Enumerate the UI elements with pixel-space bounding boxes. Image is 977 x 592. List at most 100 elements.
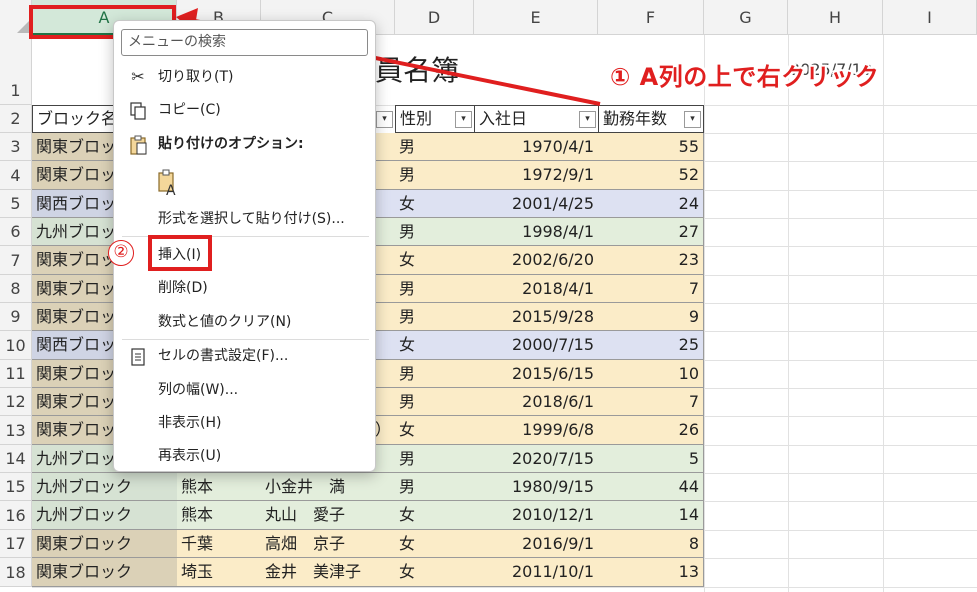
menu-item-hide[interactable]: 非表示(H)	[114, 407, 377, 439]
cell-block[interactable]: 関東ブロック	[32, 558, 178, 587]
cell-gender[interactable]: 男	[395, 303, 475, 331]
cell-hire-date[interactable]: 2001/4/25	[474, 190, 599, 218]
cell-years[interactable]: 8	[598, 530, 704, 558]
filter-button-f[interactable]: ▾	[684, 111, 701, 128]
row-header-15[interactable]: 15	[0, 473, 32, 501]
menu-item-delete[interactable]: 削除(D)	[114, 272, 377, 304]
cell-hire-date[interactable]: 2000/7/15	[474, 331, 599, 360]
cell-gender[interactable]: 男	[395, 360, 475, 388]
row-header-13[interactable]: 13	[0, 416, 32, 445]
row-header-3[interactable]: 3	[0, 133, 32, 161]
cell-gender[interactable]: 男	[395, 133, 475, 161]
menu-item-format-cells[interactable]: セルの書式設定(F)...	[114, 340, 377, 372]
cell-hire-date[interactable]: 2002/6/20	[474, 246, 599, 275]
cell-years[interactable]: 52	[598, 161, 704, 190]
cell-hire-date[interactable]: 2020/7/15	[474, 445, 599, 473]
column-header-h[interactable]: H	[788, 0, 883, 35]
menu-item-copy[interactable]: コピー(C)	[114, 94, 377, 126]
cell-gender[interactable]: 女	[395, 558, 475, 587]
cell-gender[interactable]: 男	[395, 473, 475, 501]
cell-years[interactable]: 14	[598, 501, 704, 530]
cell-years[interactable]: 13	[598, 558, 704, 587]
cell-years[interactable]: 55	[598, 133, 704, 161]
menu-item-unhide[interactable]: 再表示(U)	[114, 440, 377, 472]
row-header-16[interactable]: 16	[0, 501, 32, 530]
row-header-18[interactable]: 18	[0, 558, 32, 587]
cell-years[interactable]: 25	[598, 331, 704, 360]
cell-years[interactable]: 10	[598, 360, 704, 388]
cell-years[interactable]: 9	[598, 303, 704, 331]
menu-search-input[interactable]: メニューの検索	[121, 29, 368, 56]
paste-values-icon[interactable]: A	[156, 169, 182, 199]
menu-item-cut[interactable]: ✂ 切り取り(T)	[114, 61, 377, 93]
row-header-10[interactable]: 10	[0, 331, 32, 360]
cell-years[interactable]: 26	[598, 416, 704, 445]
row-header-11[interactable]: 11	[0, 360, 32, 388]
cell-hire-date[interactable]: 2015/9/28	[474, 303, 599, 331]
cell-hire-date[interactable]: 1998/4/1	[474, 218, 599, 246]
row-header-9[interactable]: 9	[0, 303, 32, 331]
menu-item-column-width[interactable]: 列の幅(W)...	[114, 374, 377, 406]
cell-name[interactable]: 高畑 京子	[261, 530, 396, 558]
cell-block[interactable]: 九州ブロック	[32, 501, 178, 530]
row-header-4[interactable]: 4	[0, 161, 32, 190]
cell-hire-date[interactable]: 2016/9/1	[474, 530, 599, 558]
cell-years[interactable]: 23	[598, 246, 704, 275]
cell-block[interactable]: 関東ブロック	[32, 530, 178, 558]
cell-hire-date[interactable]: 1972/9/1	[474, 161, 599, 190]
cell-gender[interactable]: 女	[395, 416, 475, 445]
row-header-7[interactable]: 7	[0, 246, 32, 275]
cell-gender[interactable]: 女	[395, 246, 475, 275]
column-header-i[interactable]: I	[883, 0, 977, 35]
column-header-f[interactable]: F	[598, 0, 704, 35]
cell-hire-date[interactable]: 1980/9/15	[474, 473, 599, 501]
select-all-corner[interactable]	[0, 0, 32, 35]
cell-name[interactable]: 金井 美津子	[261, 558, 396, 587]
row-header-17[interactable]: 17	[0, 530, 32, 558]
cell-hire-date[interactable]: 2010/12/1	[474, 501, 599, 530]
row-header-12[interactable]: 12	[0, 388, 32, 416]
menu-item-paste-special[interactable]: 形式を選択して貼り付け(S)...	[114, 203, 377, 235]
cell-years[interactable]: 44	[598, 473, 704, 501]
cell-block[interactable]: 九州ブロック	[32, 473, 178, 501]
cell-gender[interactable]: 女	[395, 501, 475, 530]
row-header-6[interactable]: 6	[0, 218, 32, 246]
cell-hire-date[interactable]: 2018/6/1	[474, 388, 599, 416]
row-header-8[interactable]: 8	[0, 275, 32, 303]
cell-gender[interactable]: 男	[395, 218, 475, 246]
cell-hire-date[interactable]: 1970/4/1	[474, 133, 599, 161]
filter-button-c[interactable]: ▾	[376, 111, 393, 128]
cell-gender[interactable]: 男	[395, 445, 475, 473]
cell-hire-date[interactable]: 2018/4/1	[474, 275, 599, 303]
cell-years[interactable]: 7	[598, 388, 704, 416]
cell-gender[interactable]: 男	[395, 161, 475, 190]
cell-name[interactable]: 小金井 満	[261, 473, 396, 501]
cell-years[interactable]: 27	[598, 218, 704, 246]
cell-gender[interactable]: 男	[395, 275, 475, 303]
cell-hire-date[interactable]: 2015/6/15	[474, 360, 599, 388]
cell-name[interactable]: 丸山 愛子	[261, 501, 396, 530]
cell-gender[interactable]: 女	[395, 190, 475, 218]
filter-button-d[interactable]: ▾	[455, 111, 472, 128]
column-header-d[interactable]: D	[395, 0, 474, 35]
row-header-2[interactable]: 2	[0, 105, 32, 133]
cell-gender[interactable]: 女	[395, 331, 475, 360]
row-header-5[interactable]: 5	[0, 190, 32, 218]
cell-hire-date[interactable]: 2011/10/1	[474, 558, 599, 587]
cell-hire-date[interactable]: 1999/6/8	[474, 416, 599, 445]
cell-pref[interactable]: 熊本	[177, 501, 262, 530]
cell-years[interactable]: 7	[598, 275, 704, 303]
menu-item-clear-contents[interactable]: 数式と値のクリア(N)	[114, 306, 377, 338]
cell-gender[interactable]: 男	[395, 388, 475, 416]
cell-pref[interactable]: 埼玉	[177, 558, 262, 587]
cell-pref[interactable]: 熊本	[177, 473, 262, 501]
row-header-14[interactable]: 14	[0, 445, 32, 473]
cell-pref[interactable]: 千葉	[177, 530, 262, 558]
cell-years[interactable]: 24	[598, 190, 704, 218]
filter-button-e[interactable]: ▾	[579, 111, 596, 128]
cell-gender[interactable]: 女	[395, 530, 475, 558]
column-header-e[interactable]: E	[474, 0, 598, 35]
column-header-g[interactable]: G	[704, 0, 788, 35]
row-header-1[interactable]: 1	[0, 35, 32, 105]
cell-years[interactable]: 5	[598, 445, 704, 473]
